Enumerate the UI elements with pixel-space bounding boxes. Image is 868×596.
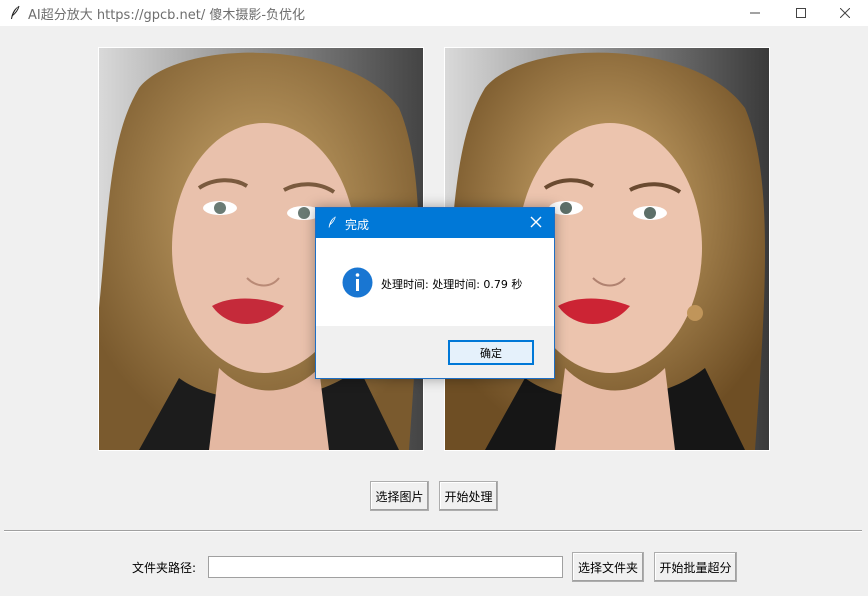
close-icon bbox=[840, 8, 850, 18]
maximize-button[interactable] bbox=[778, 0, 824, 26]
ok-button[interactable]: 确定 bbox=[448, 340, 534, 365]
start-batch-button[interactable]: 开始批量超分 bbox=[654, 552, 737, 582]
dialog-message: 处理时间: 处理时间: 0.79 秒 bbox=[381, 278, 523, 291]
minimize-button[interactable] bbox=[732, 0, 778, 26]
close-button[interactable] bbox=[822, 0, 868, 26]
minimize-icon bbox=[750, 12, 760, 14]
separator bbox=[4, 530, 862, 532]
select-image-button[interactable]: 选择图片 bbox=[370, 481, 429, 511]
dialog-close-icon[interactable] bbox=[530, 216, 542, 231]
start-process-button[interactable]: 开始处理 bbox=[439, 481, 498, 511]
feather-icon bbox=[9, 5, 21, 21]
window-title: AI超分放大 https://gpcb.net/ 傻木摄影-负优化 bbox=[28, 8, 306, 23]
dialog-title-bar: 完成 bbox=[316, 208, 554, 238]
maximize-icon bbox=[796, 8, 806, 18]
folder-path-label: 文件夹路径: bbox=[132, 561, 197, 575]
dialog-footer: 确定 bbox=[316, 326, 554, 378]
dialog-title: 完成 bbox=[345, 218, 370, 232]
select-folder-button[interactable]: 选择文件夹 bbox=[572, 552, 644, 582]
title-bar: AI超分放大 https://gpcb.net/ 傻木摄影-负优化 bbox=[0, 0, 868, 26]
info-icon bbox=[342, 267, 373, 301]
completion-dialog: 完成 处理时间: 处理时间: 0.79 秒 确定 bbox=[315, 207, 555, 379]
folder-path-input[interactable] bbox=[208, 556, 563, 578]
feather-icon bbox=[327, 215, 337, 233]
